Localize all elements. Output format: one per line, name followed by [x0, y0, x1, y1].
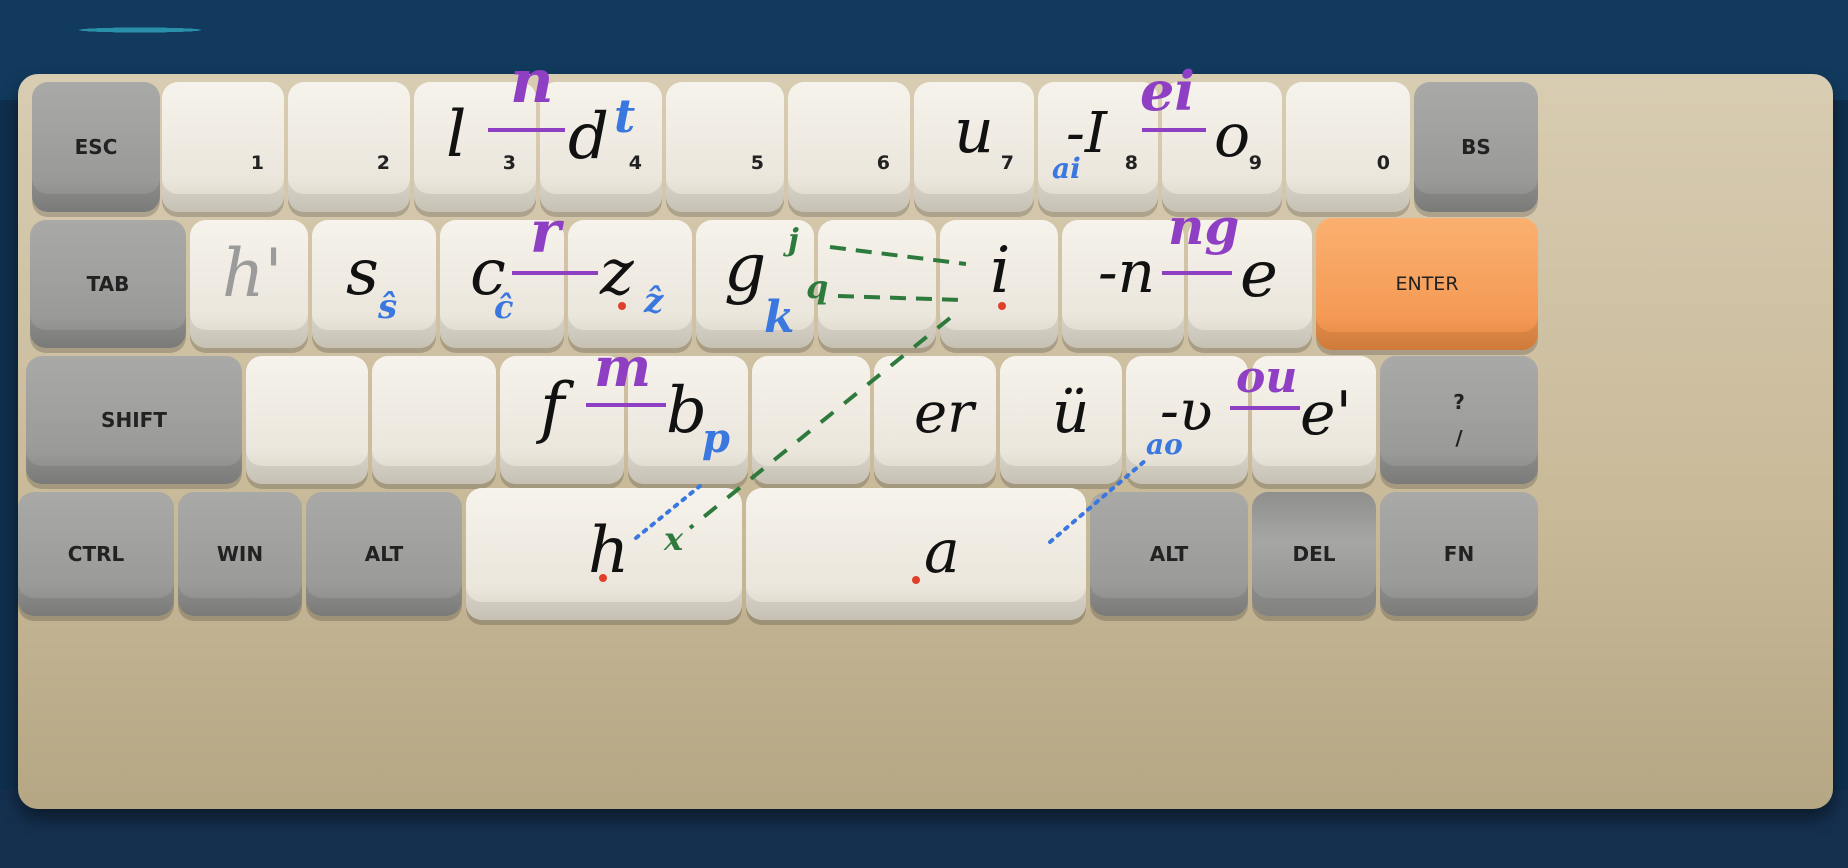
key-alt-right[interactable]: ALT [1090, 492, 1248, 616]
key-enter[interactable]: ENTER [1316, 218, 1538, 350]
key-d[interactable] [500, 356, 624, 484]
key-9-label: 9 [1248, 152, 1262, 174]
key-s[interactable] [372, 356, 496, 484]
key-0-label: 0 [1376, 152, 1390, 174]
key-j[interactable] [1000, 356, 1122, 484]
key-e[interactable] [440, 220, 564, 348]
key-space-right[interactable] [746, 488, 1086, 620]
key-del[interactable]: DEL [1252, 492, 1376, 616]
key-question-slash[interactable]: ? / [1380, 356, 1538, 484]
keyboard-photo: ESC 1 2 3 4 5 6 7 8 9 0 BS TAB ENTER SHI… [0, 0, 1848, 868]
key-3-label: 3 [502, 152, 516, 174]
key-7-label: 7 [1000, 152, 1014, 174]
key-6-label: 6 [876, 152, 890, 174]
key-2[interactable]: 2 [288, 82, 410, 212]
key-question-slash-labels: ? / [1453, 384, 1465, 456]
key-9[interactable]: 9 [1162, 82, 1282, 212]
key-q[interactable] [190, 220, 308, 348]
key-8-label: 8 [1124, 152, 1138, 174]
key-win[interactable]: WIN [178, 492, 302, 616]
key-g[interactable] [752, 356, 870, 484]
key-ctrl[interactable]: CTRL [18, 492, 174, 616]
key-enter-label: ENTER [1395, 273, 1459, 295]
key-win-label: WIN [216, 542, 264, 566]
key-w[interactable] [312, 220, 436, 348]
key-alt-right-label: ALT [1149, 542, 1189, 566]
key-backspace-label: BS [1461, 135, 1491, 159]
key-1[interactable]: 1 [162, 82, 284, 212]
key-k[interactable] [1126, 356, 1248, 484]
key-tab[interactable]: TAB [30, 220, 186, 348]
key-h[interactable] [874, 356, 996, 484]
key-u[interactable] [940, 220, 1058, 348]
key-7[interactable]: 7 [914, 82, 1034, 212]
key-t[interactable] [696, 220, 814, 348]
key-2-label: 2 [376, 152, 390, 174]
key-esc[interactable]: ESC [32, 82, 160, 212]
key-fn[interactable]: FN [1380, 492, 1538, 616]
key-tab-label: TAB [86, 272, 130, 296]
key-esc-label: ESC [74, 135, 118, 159]
key-l[interactable] [1252, 356, 1376, 484]
key-question-label: ? [1453, 390, 1465, 414]
key-5-label: 5 [750, 152, 764, 174]
key-del-label: DEL [1292, 542, 1336, 566]
key-3[interactable]: 3 [414, 82, 536, 212]
key-4-label: 4 [628, 152, 642, 174]
key-fn-label: FN [1443, 542, 1475, 566]
key-alt-left-label: ALT [364, 542, 404, 566]
key-ctrl-label: CTRL [67, 542, 125, 566]
key-6[interactable]: 6 [788, 82, 910, 212]
key-alt-left[interactable]: ALT [306, 492, 462, 616]
key-f[interactable] [628, 356, 748, 484]
key-a[interactable] [246, 356, 368, 484]
key-1-label: 1 [250, 152, 264, 174]
key-y[interactable] [818, 220, 936, 348]
key-shift[interactable]: SHIFT [26, 356, 242, 484]
key-5[interactable]: 5 [666, 82, 784, 212]
key-o[interactable] [1188, 220, 1312, 348]
key-8[interactable]: 8 [1038, 82, 1158, 212]
key-shift-label: SHIFT [101, 408, 167, 432]
key-i[interactable] [1062, 220, 1184, 348]
key-slash-label: / [1455, 426, 1463, 450]
key-space-left[interactable] [466, 488, 742, 620]
key-backspace[interactable]: BS [1414, 82, 1538, 212]
key-r[interactable] [568, 220, 692, 348]
key-4[interactable]: 4 [540, 82, 662, 212]
key-0[interactable]: 0 [1286, 82, 1410, 212]
